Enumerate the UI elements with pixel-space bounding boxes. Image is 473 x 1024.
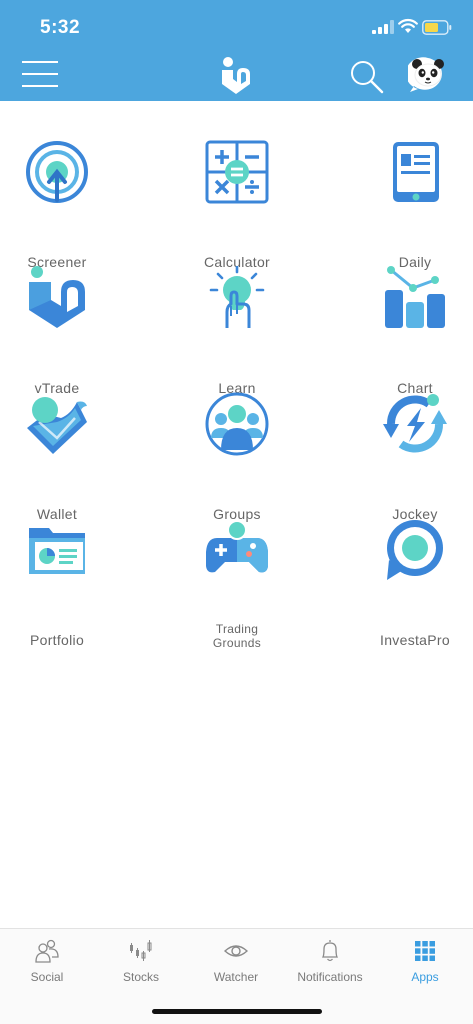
- tab-label: Watcher: [213, 970, 259, 984]
- app-groups[interactable]: Groups: [158, 392, 316, 522]
- lightbulb-hand-icon: [209, 266, 265, 328]
- folder-chart-icon: [29, 528, 85, 574]
- status-time: 5:32: [40, 17, 81, 38]
- gamepad-icon: [206, 520, 268, 573]
- app-label-line: Trading: [215, 622, 259, 636]
- tab-stocks[interactable]: Stocks: [94, 929, 188, 993]
- wifi-icon: [398, 18, 418, 33]
- app-learn[interactable]: Learn: [158, 266, 316, 396]
- tab-notifications[interactable]: Notifications: [283, 929, 377, 993]
- panda-avatar-icon[interactable]: [408, 56, 448, 94]
- tab-label: Stocks: [122, 970, 159, 984]
- candlestick-icon: [130, 940, 152, 961]
- document-icon: [393, 142, 439, 202]
- hamburger-menu-icon[interactable]: [22, 59, 58, 89]
- app-investapro[interactable]: InvestaPro: [336, 518, 473, 648]
- app-header: 5:32: [0, 0, 473, 101]
- people-icon: [35, 939, 59, 963]
- app-wallet[interactable]: Wallet: [0, 392, 136, 522]
- vtrade-logo-icon: [29, 266, 85, 328]
- app-trading-grounds[interactable]: Trading Grounds: [158, 518, 316, 650]
- app-calculator[interactable]: Calculator: [158, 140, 316, 270]
- tab-label: Apps: [411, 970, 439, 984]
- app-vtrade[interactable]: vTrade: [0, 266, 136, 396]
- tab-label: Notifications: [297, 970, 363, 984]
- tab-watcher[interactable]: Watcher: [189, 929, 283, 993]
- eye-icon: [224, 945, 248, 957]
- brand-logo-icon: [222, 57, 250, 94]
- home-indicator: [152, 1009, 322, 1014]
- app-chart[interactable]: Chart: [336, 266, 473, 396]
- search-icon[interactable]: [348, 58, 384, 94]
- investapro-ring-icon: [387, 520, 443, 580]
- apps-grid-icon: [415, 941, 435, 961]
- target-arrow-icon: [26, 141, 88, 203]
- app-label: Portfolio: [29, 632, 85, 648]
- app-screener[interactable]: Screener: [0, 140, 136, 270]
- tab-label: Social: [30, 970, 64, 984]
- bar-chart-icon: [385, 266, 445, 328]
- apps-grid: Screener Calculator Daily vTrade Learn C…: [0, 101, 473, 661]
- app-jockey[interactable]: Jockey: [336, 392, 473, 522]
- bell-icon: [321, 940, 339, 962]
- app-label: InvestaPro: [380, 632, 450, 648]
- app-label-line: Grounds: [212, 636, 262, 650]
- lightning-cycle-icon: [383, 394, 447, 453]
- app-portfolio[interactable]: Portfolio: [0, 518, 136, 648]
- app-daily[interactable]: Daily: [336, 140, 473, 270]
- calculator-icon: [205, 140, 269, 204]
- group-people-icon: [205, 392, 269, 456]
- app-label: Trading Grounds: [158, 622, 316, 650]
- wallet-icon: [27, 397, 87, 454]
- cellular-signal-icon: [372, 20, 394, 34]
- tab-apps[interactable]: Apps: [378, 929, 472, 993]
- tab-social[interactable]: Social: [0, 929, 94, 993]
- battery-icon: [422, 20, 452, 35]
